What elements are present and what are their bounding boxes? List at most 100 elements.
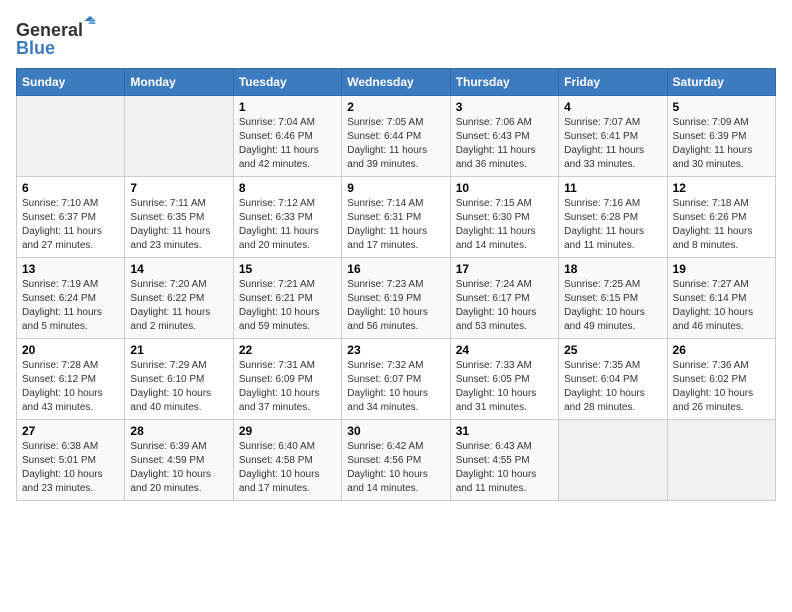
day-cell: 10 Sunrise: 7:15 AM Sunset: 6:30 PM Dayli…: [450, 177, 558, 258]
day-info: Sunrise: 7:10 AM Sunset: 6:37 PM Dayligh…: [22, 197, 119, 253]
day-number: 6: [22, 181, 119, 195]
day-info: Sunrise: 7:31 AM Sunset: 6:09 PM Dayligh…: [239, 359, 336, 415]
day-number: 25: [564, 343, 661, 357]
calendar-body: 1 Sunrise: 7:04 AM Sunset: 6:46 PM Daylig…: [17, 96, 776, 501]
day-number: 30: [347, 424, 444, 438]
week-row-5: 27 Sunrise: 6:38 AM Sunset: 5:01 PM Dayli…: [17, 420, 776, 501]
day-info: Sunrise: 7:23 AM Sunset: 6:19 PM Dayligh…: [347, 278, 444, 334]
day-number: 8: [239, 181, 336, 195]
day-cell: 26 Sunrise: 7:36 AM Sunset: 6:02 PM Dayli…: [667, 339, 775, 420]
day-cell: 5 Sunrise: 7:09 AM Sunset: 6:39 PM Daylig…: [667, 96, 775, 177]
day-info: Sunrise: 7:36 AM Sunset: 6:02 PM Dayligh…: [673, 359, 770, 415]
day-info: Sunrise: 7:05 AM Sunset: 6:44 PM Dayligh…: [347, 116, 444, 172]
day-cell: 6 Sunrise: 7:10 AM Sunset: 6:37 PM Daylig…: [17, 177, 125, 258]
day-info: Sunrise: 6:42 AM Sunset: 4:56 PM Dayligh…: [347, 440, 444, 496]
header-cell-saturday: Saturday: [667, 69, 775, 96]
day-number: 14: [130, 262, 227, 276]
day-number: 4: [564, 100, 661, 114]
header-cell-monday: Monday: [125, 69, 233, 96]
day-info: Sunrise: 7:16 AM Sunset: 6:28 PM Dayligh…: [564, 197, 661, 253]
day-info: Sunrise: 6:40 AM Sunset: 4:58 PM Dayligh…: [239, 440, 336, 496]
header-cell-thursday: Thursday: [450, 69, 558, 96]
day-number: 18: [564, 262, 661, 276]
day-cell: 4 Sunrise: 7:07 AM Sunset: 6:41 PM Daylig…: [559, 96, 667, 177]
day-number: 5: [673, 100, 770, 114]
day-number: 2: [347, 100, 444, 114]
day-info: Sunrise: 7:27 AM Sunset: 6:14 PM Dayligh…: [673, 278, 770, 334]
day-info: Sunrise: 6:39 AM Sunset: 4:59 PM Dayligh…: [130, 440, 227, 496]
day-number: 20: [22, 343, 119, 357]
day-cell: 2 Sunrise: 7:05 AM Sunset: 6:44 PM Daylig…: [342, 96, 450, 177]
day-cell: 15 Sunrise: 7:21 AM Sunset: 6:21 PM Dayli…: [233, 258, 341, 339]
day-number: 7: [130, 181, 227, 195]
day-number: 26: [673, 343, 770, 357]
day-cell: 19 Sunrise: 7:27 AM Sunset: 6:14 PM Dayli…: [667, 258, 775, 339]
day-cell: 17 Sunrise: 7:24 AM Sunset: 6:17 PM Dayli…: [450, 258, 558, 339]
day-number: 11: [564, 181, 661, 195]
day-info: Sunrise: 7:24 AM Sunset: 6:17 PM Dayligh…: [456, 278, 553, 334]
day-cell: 13Sunrise: 7:19 AM Sunset: 6:24 PM Dayli…: [17, 258, 125, 339]
day-info: Sunrise: 6:38 AM Sunset: 5:01 PM Dayligh…: [22, 440, 119, 496]
header-cell-tuesday: Tuesday: [233, 69, 341, 96]
day-cell: 30 Sunrise: 6:42 AM Sunset: 4:56 PM Dayli…: [342, 420, 450, 501]
week-row-2: 6 Sunrise: 7:10 AM Sunset: 6:37 PM Daylig…: [17, 177, 776, 258]
logo-svg: GeneralBlue: [16, 16, 96, 56]
day-cell: 16Sunrise: 7:23 AM Sunset: 6:19 PM Dayli…: [342, 258, 450, 339]
header-cell-wednesday: Wednesday: [342, 69, 450, 96]
svg-text:General: General: [16, 20, 83, 40]
day-info: Sunrise: 6:43 AM Sunset: 4:55 PM Dayligh…: [456, 440, 553, 496]
day-number: 21: [130, 343, 227, 357]
day-info: Sunrise: 7:06 AM Sunset: 6:43 PM Dayligh…: [456, 116, 553, 172]
day-cell: 9Sunrise: 7:14 AM Sunset: 6:31 PM Daylig…: [342, 177, 450, 258]
day-cell: 25 Sunrise: 7:35 AM Sunset: 6:04 PM Dayli…: [559, 339, 667, 420]
day-info: Sunrise: 7:18 AM Sunset: 6:26 PM Dayligh…: [673, 197, 770, 253]
day-cell: 23 Sunrise: 7:32 AM Sunset: 6:07 PM Dayli…: [342, 339, 450, 420]
svg-text:Blue: Blue: [16, 38, 55, 56]
day-number: 13: [22, 262, 119, 276]
day-info: Sunrise: 7:04 AM Sunset: 6:46 PM Dayligh…: [239, 116, 336, 172]
day-cell: 31 Sunrise: 6:43 AM Sunset: 4:55 PM Dayli…: [450, 420, 558, 501]
day-number: 12: [673, 181, 770, 195]
header-row: SundayMondayTuesdayWednesdayThursdayFrid…: [17, 69, 776, 96]
day-number: 17: [456, 262, 553, 276]
day-number: 31: [456, 424, 553, 438]
day-cell: 12 Sunrise: 7:18 AM Sunset: 6:26 PM Dayli…: [667, 177, 775, 258]
day-info: Sunrise: 7:07 AM Sunset: 6:41 PM Dayligh…: [564, 116, 661, 172]
day-cell: 22 Sunrise: 7:31 AM Sunset: 6:09 PM Dayli…: [233, 339, 341, 420]
day-number: 22: [239, 343, 336, 357]
day-cell: [17, 96, 125, 177]
day-cell: 8 Sunrise: 7:12 AM Sunset: 6:33 PM Daylig…: [233, 177, 341, 258]
day-info: Sunrise: 7:28 AM Sunset: 6:12 PM Dayligh…: [22, 359, 119, 415]
day-cell: [559, 420, 667, 501]
calendar-header: SundayMondayTuesdayWednesdayThursdayFrid…: [17, 69, 776, 96]
day-cell: 3 Sunrise: 7:06 AM Sunset: 6:43 PM Daylig…: [450, 96, 558, 177]
header-cell-sunday: Sunday: [17, 69, 125, 96]
day-number: 27: [22, 424, 119, 438]
day-number: 10: [456, 181, 553, 195]
day-cell: 27 Sunrise: 6:38 AM Sunset: 5:01 PM Dayli…: [17, 420, 125, 501]
day-info: Sunrise: 7:35 AM Sunset: 6:04 PM Dayligh…: [564, 359, 661, 415]
day-info: Sunrise: 7:12 AM Sunset: 6:33 PM Dayligh…: [239, 197, 336, 253]
day-cell: 28Sunrise: 6:39 AM Sunset: 4:59 PM Dayli…: [125, 420, 233, 501]
day-info: Sunrise: 7:25 AM Sunset: 6:15 PM Dayligh…: [564, 278, 661, 334]
day-number: 15: [239, 262, 336, 276]
day-info: Sunrise: 7:14 AM Sunset: 6:31 PM Dayligh…: [347, 197, 444, 253]
header-cell-friday: Friday: [559, 69, 667, 96]
day-cell: 7Sunrise: 7:11 AM Sunset: 6:35 PM Daylig…: [125, 177, 233, 258]
day-number: 19: [673, 262, 770, 276]
day-number: 3: [456, 100, 553, 114]
day-number: 23: [347, 343, 444, 357]
day-cell: 20 Sunrise: 7:28 AM Sunset: 6:12 PM Dayli…: [17, 339, 125, 420]
day-number: 1: [239, 100, 336, 114]
week-row-4: 20 Sunrise: 7:28 AM Sunset: 6:12 PM Dayli…: [17, 339, 776, 420]
day-cell: 1 Sunrise: 7:04 AM Sunset: 6:46 PM Daylig…: [233, 96, 341, 177]
day-info: Sunrise: 7:15 AM Sunset: 6:30 PM Dayligh…: [456, 197, 553, 253]
day-info: Sunrise: 7:29 AM Sunset: 6:10 PM Dayligh…: [130, 359, 227, 415]
day-cell: 14Sunrise: 7:20 AM Sunset: 6:22 PM Dayli…: [125, 258, 233, 339]
day-info: Sunrise: 7:21 AM Sunset: 6:21 PM Dayligh…: [239, 278, 336, 334]
day-info: Sunrise: 7:32 AM Sunset: 6:07 PM Dayligh…: [347, 359, 444, 415]
day-cell: 24Sunrise: 7:33 AM Sunset: 6:05 PM Dayli…: [450, 339, 558, 420]
day-cell: [125, 96, 233, 177]
week-row-1: 1 Sunrise: 7:04 AM Sunset: 6:46 PM Daylig…: [17, 96, 776, 177]
day-info: Sunrise: 7:09 AM Sunset: 6:39 PM Dayligh…: [673, 116, 770, 172]
